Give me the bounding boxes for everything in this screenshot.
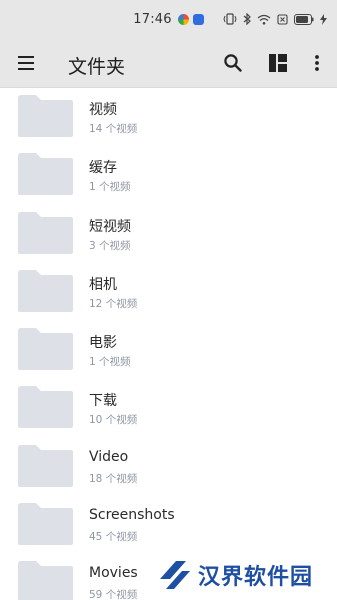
layout-icon: [269, 54, 287, 72]
folder-count: 1 个视频: [89, 181, 131, 194]
menu-icon: [18, 56, 34, 70]
folder-icon: [16, 94, 74, 138]
folder-count: 10 个视频: [89, 414, 138, 427]
folder-count: 12 个视频: [89, 297, 138, 310]
folder-icon: [16, 560, 74, 600]
folder-row-1[interactable]: 缓存 1 个视频: [0, 147, 337, 205]
folder-row-6[interactable]: Video 18 个视频: [0, 439, 337, 497]
status-right-icons: [223, 0, 327, 38]
status-time: 17:46: [133, 11, 172, 27]
folder-row-5[interactable]: 下载 10 个视频: [0, 380, 337, 438]
folder-icon: [16, 444, 74, 488]
battery-icon: [294, 13, 314, 25]
menu-button[interactable]: [7, 38, 47, 88]
page-title: 文件夹: [68, 56, 126, 78]
folder-list: 视频 14 个视频 缓存 1 个视频 短视频 3 个视频 相机 12 个视频 电…: [0, 89, 337, 600]
folder-name: 相机: [89, 276, 117, 293]
layout-button[interactable]: [258, 38, 298, 88]
blue-app-icon: [192, 13, 204, 25]
sim-icon: [277, 13, 288, 25]
folder-count: 1 个视频: [89, 356, 131, 369]
status-app-icons: [177, 13, 204, 25]
wifi-icon: [257, 14, 271, 25]
folder-count: 3 个视频: [89, 239, 131, 252]
charging-icon: [320, 13, 327, 25]
folder-name: Video: [89, 448, 129, 465]
watermark-logo-icon: [160, 561, 190, 589]
folder-name: 电影: [89, 335, 117, 352]
folder-row-2[interactable]: 短视频 3 个视频: [0, 206, 337, 264]
folder-count: 14 个视频: [89, 123, 138, 135]
folder-count: 59 个视频: [89, 589, 138, 600]
folder-name: 下载: [89, 393, 117, 410]
watermark-text: 汉界软件园: [198, 565, 314, 590]
folder-icon: [16, 502, 74, 546]
folder-icon: [16, 385, 74, 429]
folder-icon: [16, 152, 74, 196]
folder-icon: [16, 211, 74, 255]
folder-name: Screenshots: [89, 507, 175, 524]
more-options-button[interactable]: [297, 38, 337, 88]
watermark-logo: 汉界软件园: [156, 553, 313, 597]
app-toolbar: 文件夹: [0, 38, 337, 88]
folder-count: 45 个视频: [89, 531, 138, 544]
colorful-app-icon: [177, 13, 189, 25]
more-vert-icon: [315, 55, 319, 71]
folder-name: 短视频: [89, 218, 131, 235]
folder-name: Movies: [89, 565, 138, 582]
folder-row-3[interactable]: 相机 12 个视频: [0, 264, 337, 322]
folder-row-0[interactable]: 视频 14 个视频: [0, 89, 337, 147]
bluetooth-icon: [243, 13, 251, 25]
folder-icon: [16, 269, 74, 313]
search-button[interactable]: [213, 38, 253, 88]
folder-count: 18 个视频: [89, 472, 138, 485]
folder-row-7[interactable]: Screenshots 45 个视频: [0, 497, 337, 555]
folder-icon: [16, 327, 74, 371]
folder-name: 视频: [89, 102, 117, 118]
status-time-group: 17:46: [133, 11, 204, 27]
search-icon: [224, 54, 242, 72]
folder-row-4[interactable]: 电影 1 个视频: [0, 322, 337, 380]
vibrate-icon: [223, 13, 237, 25]
status-bar: 17:46: [0, 0, 337, 38]
folder-name: 缓存: [89, 160, 117, 177]
